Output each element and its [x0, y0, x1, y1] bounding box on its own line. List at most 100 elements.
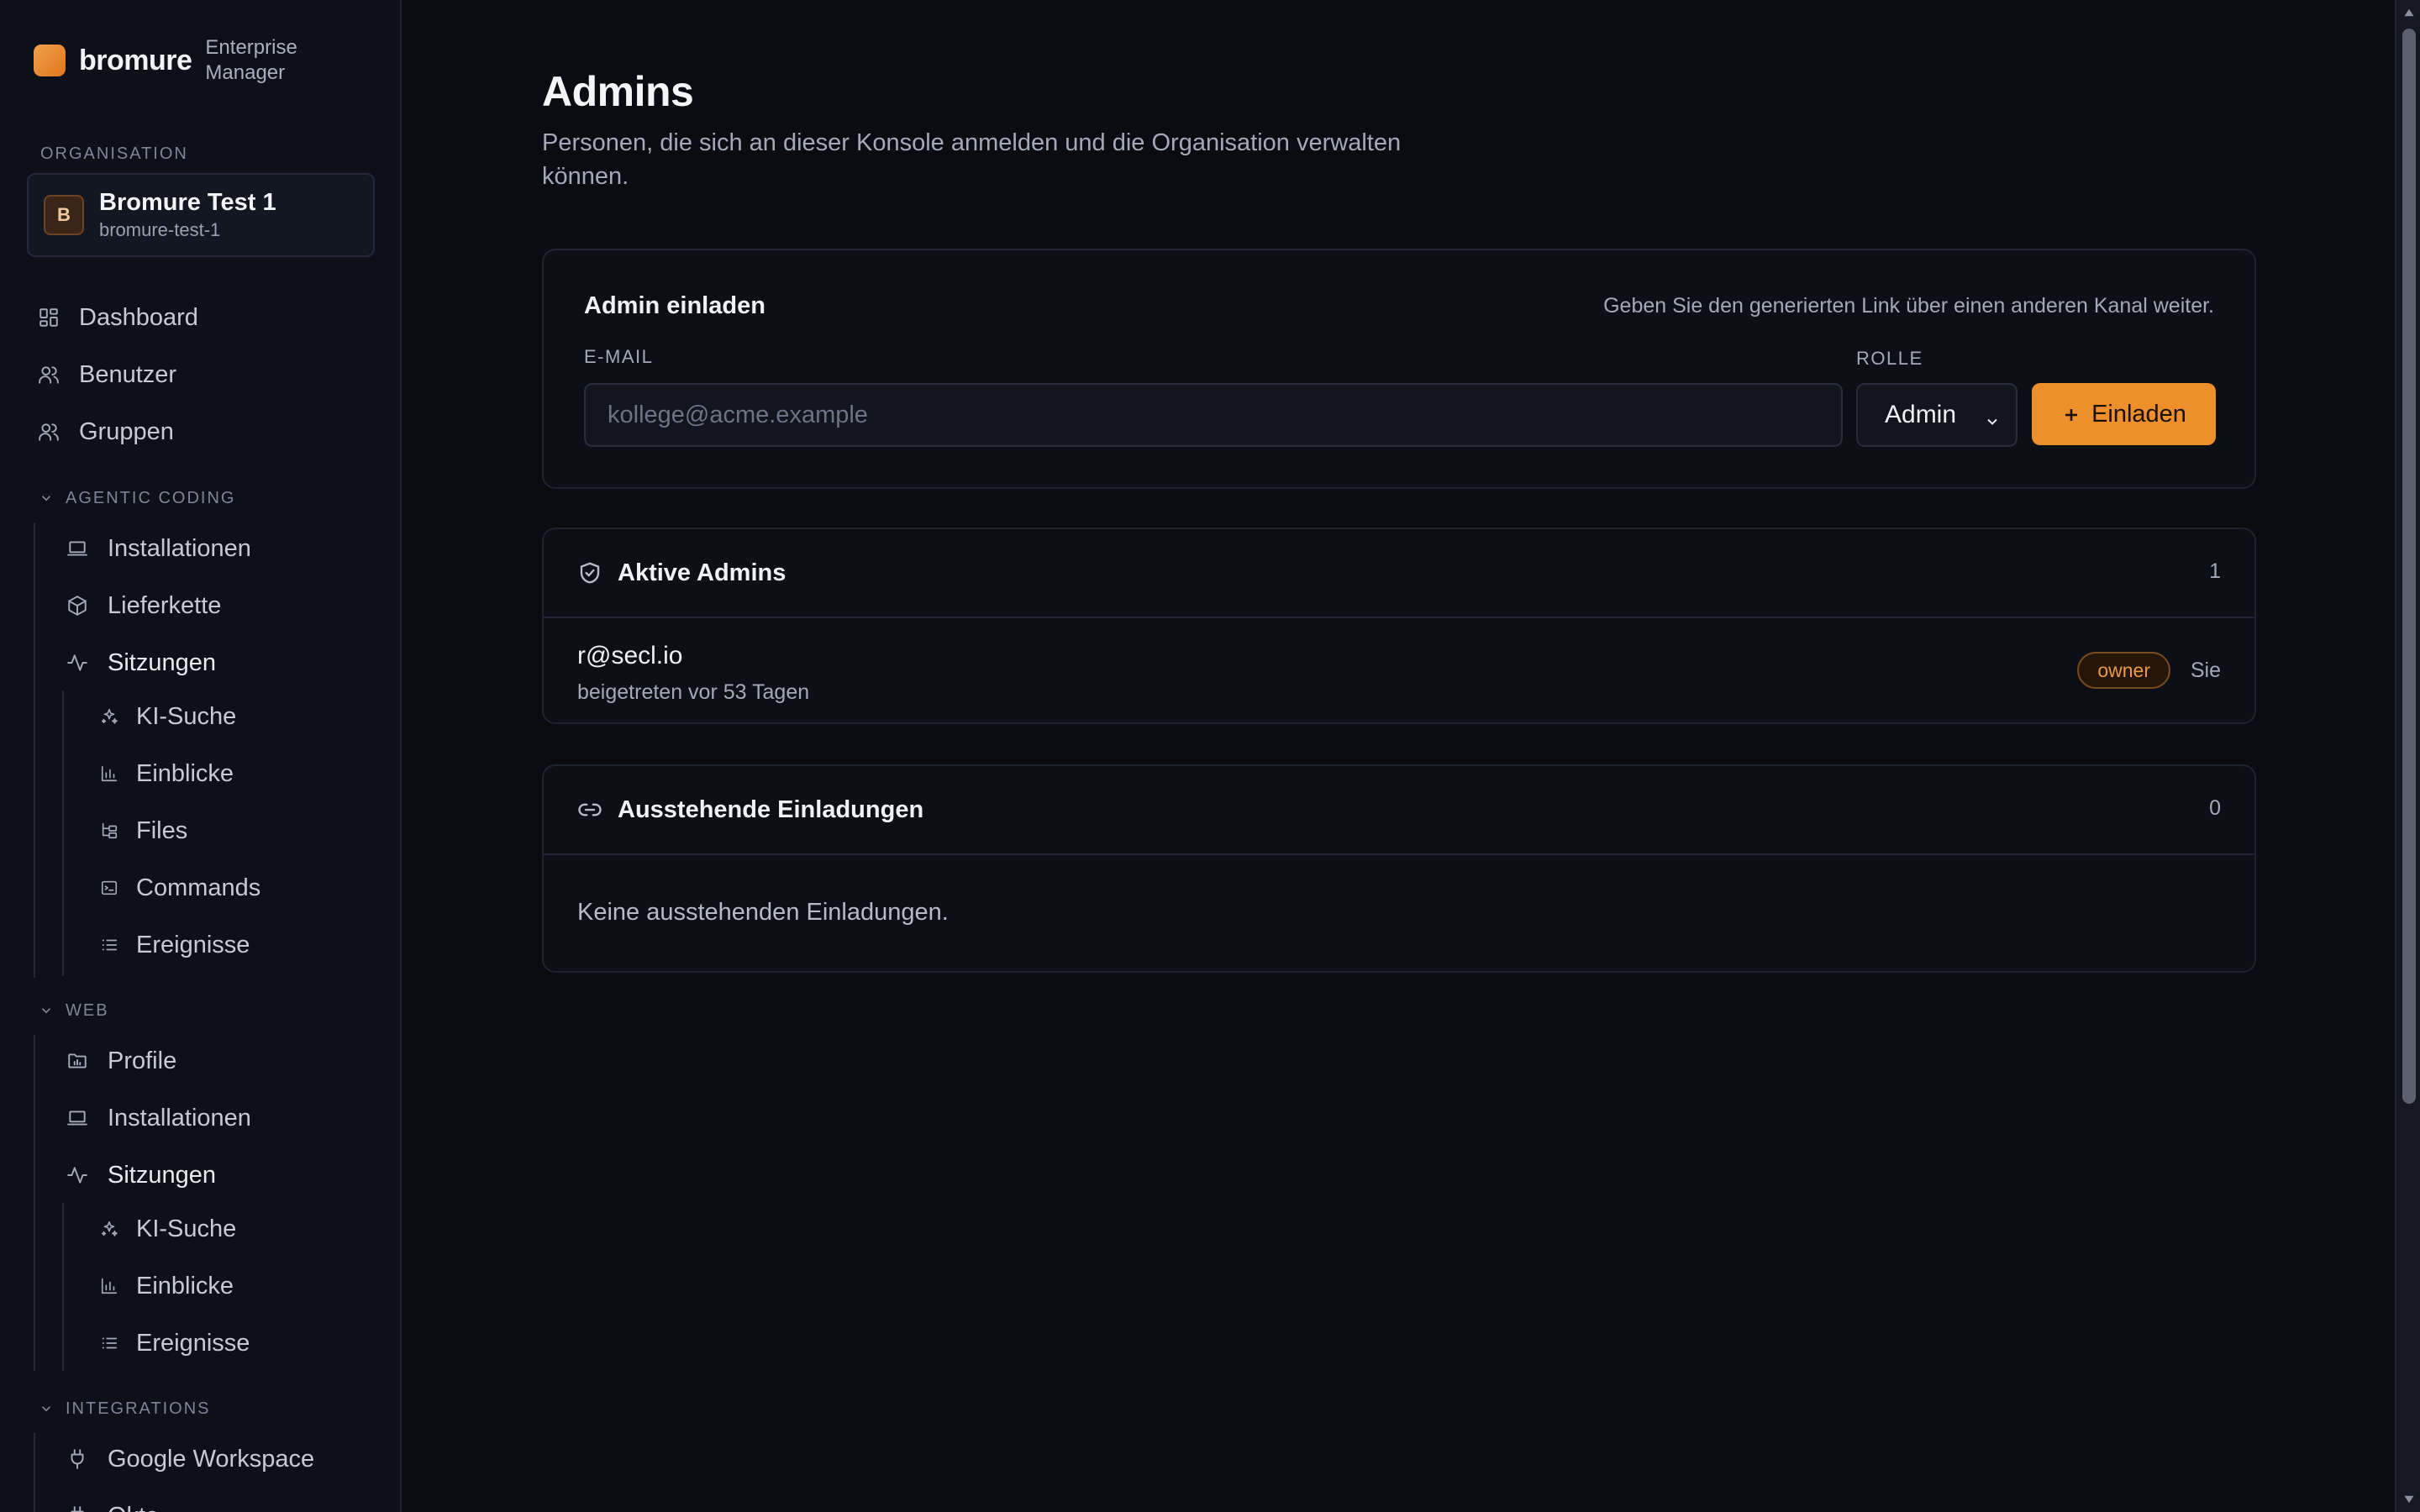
chevron-down-icon [39, 491, 54, 506]
sidebar-item-okta[interactable]: Okta [66, 1494, 159, 1512]
main-content: Admins Personen, die sich an dieser Kons… [403, 0, 2395, 1512]
chevron-down-icon [39, 1003, 54, 1018]
plus-icon [2061, 404, 2081, 424]
section-web[interactable]: WEB [39, 998, 109, 1023]
role-select[interactable]: Admin [1856, 383, 2018, 447]
sidebar-item-web-ki-suche[interactable]: KI-Suche [99, 1207, 236, 1251]
sidebar-item-agentic-ereignisse[interactable]: Ereignisse [99, 923, 250, 967]
sidebar-item-label: Installationen [108, 1104, 251, 1131]
sidebar-item-label: Dashboard [79, 303, 198, 331]
sidebar-item-profile[interactable]: Profile [66, 1039, 176, 1083]
sidebar-item-gruppen[interactable]: Gruppen [37, 410, 174, 454]
sparkles-icon [99, 1219, 119, 1239]
org-avatar: B [44, 195, 84, 235]
plug-icon [66, 1447, 89, 1471]
tree-line [62, 690, 64, 976]
sidebar-item-label: Einblicke [136, 759, 234, 787]
sidebar-item-label: Installationen [108, 534, 251, 562]
scroll-down-arrow-icon[interactable] [2403, 1494, 2415, 1505]
page-title: Admins [542, 68, 694, 115]
users-icon [37, 363, 60, 386]
laptop-icon [66, 1106, 89, 1130]
active-admins-title: Aktive Admins [618, 559, 786, 586]
package-icon [66, 594, 89, 617]
laptop-icon [66, 537, 89, 560]
org-info: Bromure Test 1 bromure-test-1 [99, 187, 276, 243]
invite-admin-card: Admin einladen Geben Sie den generierten… [542, 249, 2256, 489]
sidebar-item-label: Ereignisse [136, 1329, 250, 1357]
sidebar-item-web-installationen[interactable]: Installationen [66, 1096, 251, 1140]
tree-line [34, 522, 35, 978]
sidebar-item-label: Sitzungen [108, 1161, 216, 1189]
sidebar-item-label: Lieferkette [108, 591, 222, 619]
invite-button[interactable]: Einladen [2032, 383, 2216, 445]
sidebar-item-agentic-installationen[interactable]: Installationen [66, 527, 251, 570]
admin-email: r@secl.io [577, 642, 683, 669]
sidebar-item-web-sitzungen[interactable]: Sitzungen [66, 1153, 216, 1197]
link-icon [577, 797, 602, 822]
sidebar-item-label: KI-Suche [136, 1215, 237, 1242]
sidebar-item-label: Gruppen [79, 417, 174, 445]
admin-joined: beigetreten vor 53 Tagen [577, 680, 810, 704]
bar-chart-icon [99, 1276, 119, 1296]
sparkles-icon [99, 706, 119, 727]
active-admins-count: 1 [2209, 559, 2221, 583]
sidebar-item-google-workspace[interactable]: Google Workspace [66, 1437, 314, 1481]
list-icon [99, 1333, 119, 1353]
sidebar-item-web-ereignisse[interactable]: Ereignisse [99, 1321, 250, 1365]
activity-icon [66, 1163, 89, 1187]
scroll-up-arrow-icon[interactable] [2403, 7, 2415, 18]
sidebar-item-label: Sitzungen [108, 648, 216, 676]
activity-icon [66, 651, 89, 675]
active-admins-card: Aktive Admins 1 r@secl.io beigetreten vo… [542, 528, 2256, 724]
sidebar-item-lieferkette[interactable]: Lieferkette [66, 584, 221, 627]
sidebar-item-agentic-sitzungen[interactable]: Sitzungen [66, 641, 216, 685]
invite-button-label: Einladen [2091, 400, 2186, 428]
invite-card-title: Admin einladen [584, 292, 765, 319]
app-window: bromure Enterprise Manager ORGANISATION … [0, 0, 2420, 1512]
sidebar-item-benutzer[interactable]: Benutzer [37, 353, 176, 396]
org-slug: bromure-test-1 [99, 219, 221, 240]
sidebar-item-agentic-ki-suche[interactable]: KI-Suche [99, 695, 236, 738]
organisation-switcher[interactable]: B Bromure Test 1 bromure-test-1 [27, 173, 375, 257]
tree-line [34, 1035, 35, 1371]
brand-logo-icon [34, 45, 66, 76]
folder-chart-icon [66, 1049, 89, 1073]
sidebar-item-web-einblicke[interactable]: Einblicke [99, 1264, 234, 1308]
folder-tree-icon [99, 821, 119, 841]
pending-invites-count: 0 [2209, 796, 2221, 820]
section-label: AGENTIC CODING [66, 488, 236, 507]
brand-subtitle: Enterprise Manager [205, 36, 297, 84]
bar-chart-icon [99, 764, 119, 784]
pending-invites-card: Ausstehende Einladungen 0 Keine ausstehe… [542, 764, 2256, 973]
sidebar-item-label: Einblicke [136, 1272, 234, 1299]
email-input[interactable] [584, 383, 1843, 447]
invite-hint: Geben Sie den generierten Link über eine… [1603, 294, 2214, 318]
sidebar-item-label: Files [136, 816, 188, 844]
section-integrations[interactable]: INTEGRATIONS [39, 1396, 211, 1421]
sidebar-item-files[interactable]: Files [99, 809, 187, 853]
scrollbar-thumb[interactable] [2402, 29, 2416, 1104]
pending-invites-header: Ausstehende Einladungen 0 [544, 766, 2254, 855]
group-icon [37, 420, 60, 444]
role-select-value: Admin [1885, 401, 1957, 428]
tree-line [34, 1433, 35, 1512]
section-agentic-coding[interactable]: AGENTIC CODING [39, 486, 235, 511]
tree-line [62, 1203, 64, 1371]
sidebar-item-agentic-einblicke[interactable]: Einblicke [99, 752, 234, 795]
page-scrollbar[interactable] [2395, 0, 2420, 1512]
plug-icon [66, 1504, 89, 1512]
sidebar-item-commands[interactable]: Commands [99, 866, 260, 910]
sidebar-item-label: Google Workspace [108, 1445, 315, 1473]
sidebar-item-label: Ereignisse [136, 931, 250, 958]
organisation-label: ORGANISATION [40, 144, 188, 163]
sidebar-item-label: Okta [108, 1503, 159, 1512]
self-label: Sie [2190, 659, 2221, 682]
sidebar-item-label: Profile [108, 1047, 177, 1074]
chevron-down-icon [1984, 408, 2001, 425]
brand[interactable]: bromure Enterprise Manager [34, 34, 323, 87]
sidebar-item-dashboard[interactable]: Dashboard [37, 296, 198, 339]
empty-state-message: Keine ausstehenden Einladungen. [577, 899, 949, 926]
page-description: Personen, die sich an dieser Konsole anm… [542, 129, 1402, 190]
table-row[interactable]: r@secl.io beigetreten vor 53 Tagen owner… [544, 618, 2254, 722]
